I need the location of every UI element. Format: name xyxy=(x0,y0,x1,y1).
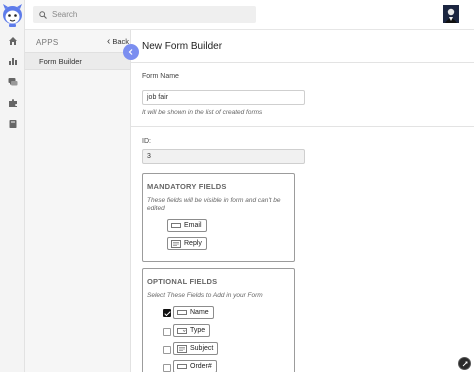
dropdown-icon xyxy=(177,327,187,334)
apps-heading: APPS xyxy=(36,38,59,47)
logo-icon[interactable] xyxy=(2,3,23,28)
checkbox-name[interactable] xyxy=(163,309,171,317)
main-content: New Form Builder Form Name job fair It w… xyxy=(131,30,474,372)
field-chip-label: Subject xyxy=(190,345,214,352)
form-name-label: Form Name xyxy=(142,73,179,80)
mandatory-fields-box: MANDATORY FIELDS These fields will be vi… xyxy=(142,173,295,262)
checkbox-subject[interactable] xyxy=(163,346,171,354)
apps-item-form-builder[interactable]: Form Builder xyxy=(25,52,130,70)
optional-fields-box: OPTIONAL FIELDS Select These Fields to A… xyxy=(142,268,295,372)
collapse-panel-button[interactable] xyxy=(123,44,139,60)
text-field-icon xyxy=(171,223,181,228)
optional-hint: Select These Fields to Add in your Form xyxy=(147,292,263,299)
home-icon[interactable] xyxy=(7,35,18,46)
top-bar xyxy=(25,0,474,30)
form-name-input[interactable]: job fair xyxy=(142,90,305,105)
field-chip-subject: Subject xyxy=(173,342,219,355)
help-button[interactable] xyxy=(458,357,471,370)
id-input: 3 xyxy=(142,149,305,164)
field-chip-name: Name xyxy=(173,306,214,319)
mandatory-hint: These fields will be visible in form and… xyxy=(147,197,281,212)
id-label: ID: xyxy=(142,138,151,145)
field-chip-reply: Reply xyxy=(167,237,207,250)
textarea-icon xyxy=(171,239,181,248)
divider xyxy=(131,126,474,127)
page-title: New Form Builder xyxy=(142,41,223,52)
book-icon[interactable] xyxy=(7,118,18,129)
chart-icon[interactable] xyxy=(7,55,18,66)
checkbox-order[interactable] xyxy=(163,364,171,372)
optional-title: OPTIONAL FIELDS xyxy=(147,277,218,286)
icon-rail xyxy=(0,0,25,372)
apps-panel: APPS ‹ Back Form Builder xyxy=(25,30,131,372)
search-icon xyxy=(39,10,47,19)
search-input[interactable] xyxy=(52,10,242,19)
chevron-left-icon: ‹ xyxy=(107,35,111,47)
help-icon xyxy=(462,361,467,366)
chevron-left-icon xyxy=(128,49,133,55)
avatar[interactable] xyxy=(443,5,459,23)
form-name-hint: It will be shown in the list of created … xyxy=(142,109,263,116)
search-box[interactable] xyxy=(33,6,256,23)
field-chip-order: Order# xyxy=(173,360,217,372)
textarea-icon xyxy=(177,344,187,353)
field-chip-type: Type xyxy=(173,324,211,337)
field-chip-label: Reply xyxy=(184,240,202,247)
divider xyxy=(131,62,474,63)
text-field-icon xyxy=(177,310,187,315)
field-chip-label: Name xyxy=(190,309,209,316)
puzzle-icon[interactable] xyxy=(7,97,18,108)
checkbox-type[interactable] xyxy=(163,328,171,336)
mandatory-title: MANDATORY FIELDS xyxy=(147,182,227,191)
field-chip-label: Type xyxy=(190,327,206,334)
field-chip-email: Email xyxy=(167,219,207,232)
text-field-icon xyxy=(177,364,187,369)
field-chip-label: Order# xyxy=(190,363,212,370)
field-chip-label: Email xyxy=(184,222,202,229)
chat-icon[interactable] xyxy=(7,76,18,87)
